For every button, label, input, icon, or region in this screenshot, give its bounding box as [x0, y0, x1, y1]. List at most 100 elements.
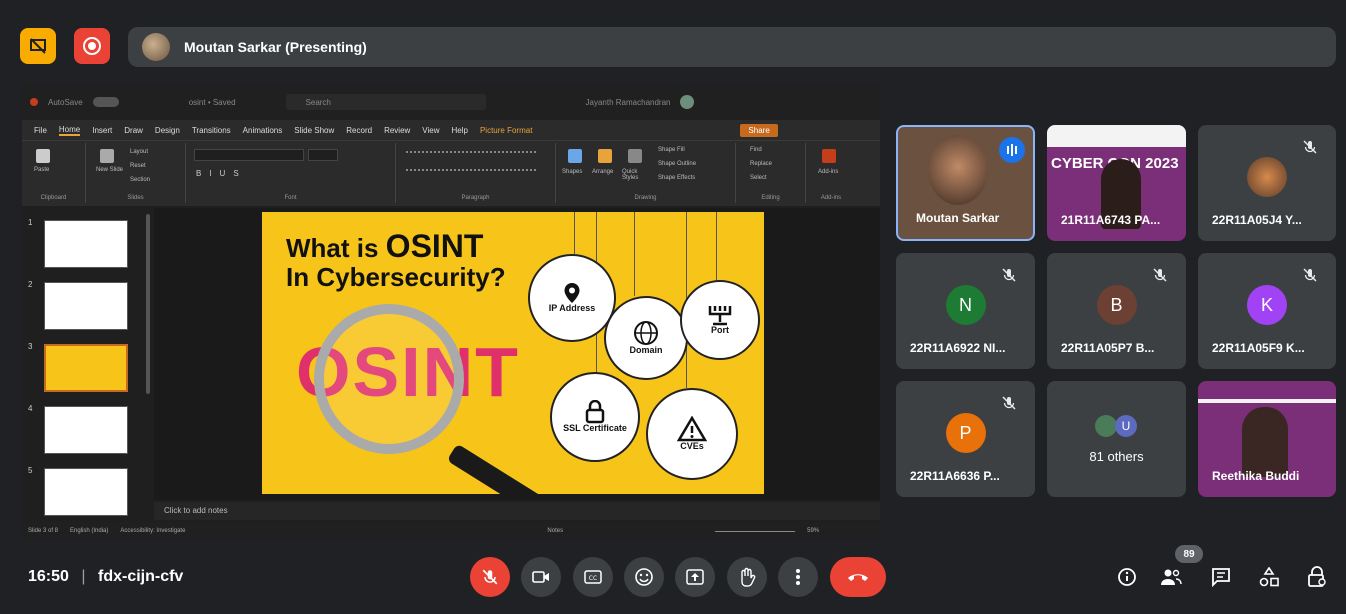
- participant-video: [1242, 407, 1288, 477]
- shape-effects-button[interactable]: Shape Effects: [658, 175, 695, 181]
- raise-hand-button[interactable]: [727, 557, 767, 597]
- menu-design[interactable]: Design: [155, 126, 180, 135]
- zoom-slider[interactable]: [715, 530, 796, 532]
- zoom-level[interactable]: 59%: [807, 528, 819, 534]
- menu-picture-format[interactable]: Picture Format: [480, 126, 532, 135]
- shape-outline-button[interactable]: Shape Outline: [658, 161, 696, 167]
- arrange-label: Arrange: [592, 169, 614, 175]
- accessibility[interactable]: Accessibility: Investigate: [120, 528, 185, 534]
- participant-tile[interactable]: K 22R11A05F9 K...: [1198, 253, 1336, 369]
- port-node: Port: [680, 280, 760, 360]
- camera-icon: [532, 571, 549, 583]
- participant-tile[interactable]: B 22R11A05P7 B...: [1047, 253, 1186, 369]
- reset-button[interactable]: Reset: [130, 163, 146, 169]
- arrange-icon[interactable]: [598, 149, 612, 163]
- share-button[interactable]: Share: [740, 123, 778, 137]
- mic-off-icon: [1303, 268, 1317, 282]
- thumbnail-scrollbar[interactable]: [146, 214, 150, 394]
- language[interactable]: English (India): [70, 528, 108, 534]
- slide-thumbnail-1[interactable]: [44, 220, 128, 268]
- select-button[interactable]: Select: [750, 175, 767, 181]
- others-tile[interactable]: U 81 others: [1047, 381, 1186, 497]
- people-button[interactable]: [1160, 566, 1182, 588]
- participant-tile[interactable]: CYBER CON 2023 21R11A6743 PA...: [1047, 125, 1186, 241]
- menu-help[interactable]: Help: [452, 126, 468, 135]
- replace-button[interactable]: Replace: [750, 161, 772, 167]
- cves-node: CVEs: [646, 388, 738, 480]
- captions-button[interactable]: CC: [573, 557, 613, 597]
- new-slide-icon[interactable]: [100, 149, 114, 163]
- quick-styles-icon[interactable]: [628, 149, 642, 163]
- layout-button[interactable]: Layout: [130, 149, 148, 155]
- font-size-field[interactable]: [308, 149, 338, 161]
- speaking-icon: [999, 137, 1025, 163]
- slide-thumbnail-2[interactable]: [44, 282, 128, 330]
- participant-tile[interactable]: 22R11A05J4 Y...: [1198, 125, 1336, 241]
- shapes-icon[interactable]: [568, 149, 582, 163]
- participant-tile[interactable]: P 22R11A6636 P...: [896, 381, 1035, 497]
- menu-transitions[interactable]: Transitions: [192, 126, 231, 135]
- participant-name: 22R11A05J4 Y...: [1212, 213, 1302, 227]
- participant-name: Reethika Buddi: [1212, 469, 1300, 483]
- thumb-number: 2: [28, 280, 33, 289]
- record-button[interactable]: [74, 28, 110, 64]
- search-box[interactable]: Search: [285, 94, 486, 110]
- participant-tile[interactable]: Moutan Sarkar: [896, 125, 1035, 241]
- menu-insert[interactable]: Insert: [92, 126, 112, 135]
- leave-call-button[interactable]: [830, 557, 886, 597]
- mic-off-icon: [482, 569, 498, 585]
- slide-counter: Slide 3 of 8: [28, 528, 59, 534]
- pin-presentation-button[interactable]: [20, 28, 56, 64]
- addins-icon[interactable]: [822, 149, 836, 163]
- activities-button[interactable]: [1258, 566, 1280, 588]
- menu-review[interactable]: Review: [384, 126, 410, 135]
- clipboard-label: Clipboard: [40, 195, 67, 201]
- people-icon: [1161, 569, 1182, 585]
- presenter-title: Moutan Sarkar (Presenting): [184, 39, 367, 55]
- meeting-details-button[interactable]: [1116, 566, 1138, 588]
- banner-top: [1047, 125, 1186, 147]
- clock-time: 16:50: [28, 568, 69, 585]
- cves-label: CVEs: [680, 441, 704, 452]
- avatar: K: [1247, 285, 1287, 325]
- menu-slide-show[interactable]: Slide Show: [294, 126, 334, 135]
- menu-record[interactable]: Record: [346, 126, 372, 135]
- activities-icon: [1259, 567, 1279, 587]
- host-controls-button[interactable]: [1306, 566, 1328, 588]
- quick-styles-label: Quick Styles: [622, 169, 639, 181]
- slide-thumbnail-3[interactable]: [44, 344, 128, 392]
- avatar: [1247, 157, 1287, 197]
- chat-button[interactable]: [1210, 566, 1232, 588]
- meeting-info: 16:50 | fdx-cijn-cfv: [28, 568, 184, 585]
- slide-thumbnail-5[interactable]: [44, 468, 128, 516]
- camera-toggle-button[interactable]: [521, 557, 561, 597]
- more-options-button[interactable]: [778, 557, 818, 597]
- reactions-button[interactable]: [624, 557, 664, 597]
- paste-icon[interactable]: [36, 149, 50, 163]
- menu-home[interactable]: Home: [58, 125, 81, 136]
- present-icon: [686, 569, 704, 585]
- participant-tile[interactable]: N 22R11A6922 NI...: [896, 253, 1035, 369]
- avatar: [142, 33, 170, 61]
- section-button[interactable]: Section: [130, 177, 150, 183]
- slide-title-a: What is: [286, 233, 386, 263]
- mic-toggle-button[interactable]: [470, 557, 510, 597]
- menu-animations[interactable]: Animations: [243, 126, 283, 135]
- menu-draw[interactable]: Draw: [124, 126, 143, 135]
- font-name-field[interactable]: [194, 149, 304, 161]
- menu-file[interactable]: File: [34, 126, 47, 135]
- notes-toggle[interactable]: Notes: [547, 528, 563, 534]
- slides-group: New Slide Layout Reset Section Slides: [86, 143, 186, 203]
- find-button[interactable]: Find: [750, 147, 762, 153]
- autosave-toggle[interactable]: [92, 97, 119, 107]
- participant-name: 22R11A6922 NI...: [910, 341, 1006, 355]
- present-button[interactable]: [675, 557, 715, 597]
- addins-label: Add-ins: [820, 195, 842, 201]
- font-group: BIUS Font: [186, 143, 396, 203]
- shape-fill-button[interactable]: Shape Fill: [658, 147, 685, 153]
- notes-pane[interactable]: Click to add notes: [154, 502, 880, 520]
- slide-thumbnail-4[interactable]: [44, 406, 128, 454]
- hand-icon: [741, 567, 756, 587]
- menu-view[interactable]: View: [422, 126, 439, 135]
- participant-tile[interactable]: Reethika Buddi: [1198, 381, 1336, 497]
